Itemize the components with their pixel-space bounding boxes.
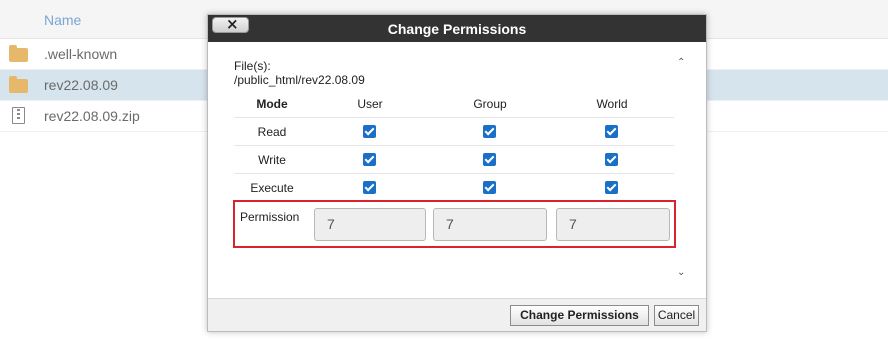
name-column-header[interactable]: Name [44, 12, 81, 28]
folder-icon [9, 45, 29, 63]
permission-values-highlight: Permission 7 7 7 [233, 200, 676, 248]
mode-header: Mode [256, 97, 288, 111]
files-label: File(s): [234, 59, 271, 73]
write-world-checkbox[interactable] [605, 153, 618, 166]
permission-label: Permission [240, 210, 300, 224]
files-path: /public_html/rev22.08.09 [234, 73, 365, 87]
dialog-content: File(s): /public_html/rev22.08.09 Mode U… [208, 42, 706, 298]
user-permission-field[interactable]: 7 [314, 208, 426, 241]
write-group-checkbox[interactable] [483, 153, 496, 166]
dialog-scrollbar[interactable]: ⌃ ⌄ [674, 57, 690, 281]
mode-label: Execute [250, 181, 294, 195]
scroll-up-icon[interactable]: ⌃ [677, 57, 685, 68]
file-name[interactable]: rev22.08.09.zip [44, 108, 140, 124]
permissions-header-row: Mode User Group World [234, 90, 674, 118]
execute-user-checkbox[interactable] [363, 181, 376, 194]
execute-group-checkbox[interactable] [483, 181, 496, 194]
change-permissions-button[interactable]: Change Permissions [510, 305, 649, 326]
read-group-checkbox[interactable] [483, 125, 496, 138]
read-world-checkbox[interactable] [605, 125, 618, 138]
dialog-footer: Change Permissions Cancel [208, 298, 706, 331]
file-name[interactable]: .well-known [44, 46, 117, 62]
folder-icon [9, 76, 29, 94]
permission-row-execute: Execute [234, 174, 674, 202]
mode-label: Write [258, 153, 286, 167]
dialog-title: Change Permissions [387, 21, 527, 37]
world-permission-field[interactable]: 7 [556, 208, 670, 241]
write-user-checkbox[interactable] [363, 153, 376, 166]
execute-world-checkbox[interactable] [605, 181, 618, 194]
read-user-checkbox[interactable] [363, 125, 376, 138]
change-permissions-dialog: × Change Permissions File(s): /public_ht… [207, 14, 707, 332]
permission-row-read: Read [234, 118, 674, 146]
permission-row-write: Write [234, 146, 674, 174]
world-header: World [596, 97, 628, 111]
dialog-titlebar: × Change Permissions [208, 15, 706, 42]
group-header: Group [473, 97, 507, 111]
scroll-down-icon[interactable]: ⌄ [677, 267, 685, 278]
zip-file-icon [9, 107, 29, 125]
cancel-button[interactable]: Cancel [654, 305, 699, 326]
mode-label: Read [257, 125, 287, 139]
group-permission-field[interactable]: 7 [433, 208, 547, 241]
user-header: User [357, 97, 383, 111]
file-name[interactable]: rev22.08.09 [44, 77, 118, 93]
